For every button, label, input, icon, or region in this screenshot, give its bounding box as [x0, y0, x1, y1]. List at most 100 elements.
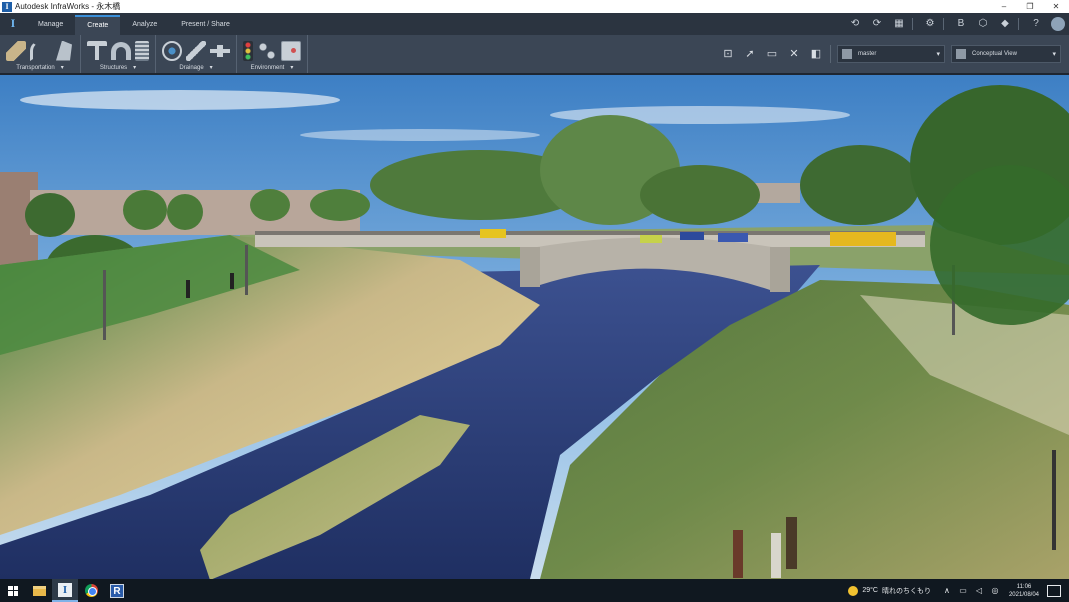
group-structures: Structures ▾ — [81, 35, 156, 73]
component-road-icon[interactable] — [56, 40, 72, 61]
user-avatar[interactable] — [1051, 17, 1065, 31]
chevron-down-icon: ▾ — [1052, 51, 1056, 58]
group-drainage-label[interactable]: Drainage ▾ — [179, 63, 212, 73]
weather-description[interactable]: 晴れのちくもり — [882, 586, 931, 596]
close-button[interactable]: ✕ — [1043, 2, 1069, 11]
group-transportation: Transportation ▾ — [0, 35, 81, 73]
network-icon[interactable]: ▭ — [957, 586, 969, 595]
toolbar-divider — [912, 18, 913, 30]
undo-icon[interactable]: ⟲ — [846, 16, 864, 32]
points-of-interest-icon[interactable] — [257, 40, 277, 61]
help-icon[interactable]: ? — [1027, 16, 1045, 32]
clock-date: 2021/08/04 — [1008, 591, 1039, 598]
weather-sun-icon[interactable] — [848, 585, 859, 596]
3d-model-viewport[interactable] — [0, 75, 1069, 579]
chevron-down-icon[interactable]: ▾ — [133, 65, 136, 71]
tab-manage[interactable]: Manage — [26, 15, 75, 35]
group-transportation-label[interactable]: Transportation ▾ — [16, 63, 63, 73]
volume-icon[interactable]: ◁ — [973, 586, 985, 595]
traffic-signal-icon[interactable] — [243, 40, 253, 61]
vehicle-taxi — [480, 229, 506, 238]
group-environment-label[interactable]: Environment ▾ — [251, 63, 294, 73]
window-titlebar: I Autodesk InfraWorks - 永木橋 – ❐ ✕ — [0, 0, 1069, 13]
windows-logo-icon — [8, 585, 18, 596]
quick-access-toolbar: ⟲ ⟳ ▦ ⚙ B ⬡ ◆ ? — [842, 13, 1069, 35]
chevron-down-icon[interactable]: ▾ — [61, 65, 64, 71]
start-button[interactable] — [0, 579, 26, 602]
cloud — [20, 90, 340, 110]
group-drainage: Drainage ▾ — [156, 35, 237, 73]
vehicle-school-bus — [830, 232, 896, 246]
toolbar-divider — [830, 45, 831, 63]
chevron-down-icon[interactable]: ▾ — [290, 65, 293, 71]
clock-time: 11:06 — [1016, 583, 1032, 590]
chevron-up-icon[interactable]: ∧ — [941, 586, 953, 595]
tab-create[interactable]: Create — [75, 15, 121, 35]
building-icon[interactable] — [135, 40, 149, 61]
pipe-icon[interactable] — [186, 40, 206, 61]
revit-icon: R — [110, 583, 124, 598]
proposal-icon — [842, 49, 852, 59]
bridge-icon[interactable] — [87, 40, 107, 61]
hub-icon[interactable]: ⬡ — [974, 16, 992, 32]
style-icon — [956, 49, 966, 59]
ribbon-tab-bar: I Manage Create Analyze Present / Share … — [0, 13, 1069, 35]
window-title: Autodesk InfraWorks - 永木橋 — [15, 2, 121, 11]
chevron-down-icon: ▾ — [936, 51, 940, 58]
ime-icon[interactable]: ◎ — [989, 586, 1001, 595]
group-structures-label[interactable]: Structures ▾ — [100, 63, 136, 73]
infraworks-app-icon: I — [2, 1, 12, 12]
vehicle-car — [680, 232, 704, 240]
street-lamp — [245, 245, 248, 295]
chrome-icon — [84, 584, 98, 597]
vehicle-car — [718, 233, 748, 242]
curve-road-icon[interactable] — [30, 40, 50, 61]
proposal-value: master — [858, 51, 877, 57]
cube-icon[interactable]: ◆ — [996, 16, 1014, 32]
culvert-icon[interactable] — [162, 40, 182, 61]
tunnel-icon[interactable] — [111, 41, 131, 60]
pipe-connector-icon[interactable] — [210, 40, 230, 61]
bim-icon[interactable]: B — [952, 16, 970, 32]
toolbar-divider — [943, 18, 944, 30]
road-icon[interactable] — [6, 40, 26, 61]
taskbar-clock[interactable]: 11:06 2021/08/04 — [1009, 583, 1039, 599]
taskbar-chrome[interactable] — [78, 579, 104, 602]
clip-icon[interactable]: ◧ — [808, 46, 824, 62]
viewpoint-icon[interactable]: ⊡ — [720, 46, 736, 62]
infraworks-logo-icon[interactable]: I — [0, 13, 26, 35]
toolbar-divider — [1018, 18, 1019, 30]
taskbar-infraworks[interactable]: I — [52, 579, 78, 602]
infraworks-icon: I — [58, 582, 72, 597]
measure-icon[interactable]: ▭ — [764, 46, 780, 62]
folder-icon — [32, 585, 46, 596]
minimize-button[interactable]: – — [991, 2, 1017, 11]
tab-analyze[interactable]: Analyze — [120, 15, 169, 35]
visual-style-dropdown[interactable]: Conceptual View ▾ — [951, 45, 1061, 63]
map-overlay-icon[interactable] — [281, 40, 301, 61]
proposal-dropdown[interactable]: master ▾ — [837, 45, 945, 63]
cloud — [300, 129, 540, 141]
select-cursor-icon[interactable]: ➚ — [742, 46, 758, 62]
group-environment: Environment ▾ — [237, 35, 308, 73]
visual-style-value: Conceptual View — [972, 51, 1017, 57]
tools-icon[interactable]: ✕ — [786, 46, 802, 62]
weather-temperature[interactable]: 29°C — [862, 587, 878, 594]
street-lamp — [1052, 450, 1056, 550]
river-bridge-scene[interactable] — [0, 75, 1069, 579]
windows-taskbar: I R 29°C 晴れのちくもり ∧ ▭ ◁ ◎ 11:06 2021/08/0… — [0, 579, 1069, 602]
ribbon-right-tools: ⊡ ➚ ▭ ✕ ◧ master ▾ Conceptual View ▾ — [720, 35, 1069, 73]
layout-icon[interactable]: ▦ — [890, 16, 908, 32]
taskbar-file-explorer[interactable] — [26, 579, 52, 602]
street-lamp — [103, 270, 106, 340]
system-tray: 29°C 晴れのちくもり ∧ ▭ ◁ ◎ 11:06 2021/08/04 — [848, 579, 1069, 602]
tab-present-share[interactable]: Present / Share — [169, 15, 242, 35]
gear-icon[interactable]: ⚙ — [921, 16, 939, 32]
ribbon-panel: Transportation ▾ Structures ▾ Drainage ▾ En… — [0, 35, 1069, 74]
redo-icon[interactable]: ⟳ — [868, 16, 886, 32]
vehicle-car — [640, 235, 662, 243]
restore-button[interactable]: ❐ — [1017, 2, 1043, 11]
chevron-down-icon[interactable]: ▾ — [210, 65, 213, 71]
notification-icon[interactable] — [1047, 584, 1061, 597]
taskbar-revit[interactable]: R — [104, 579, 130, 602]
